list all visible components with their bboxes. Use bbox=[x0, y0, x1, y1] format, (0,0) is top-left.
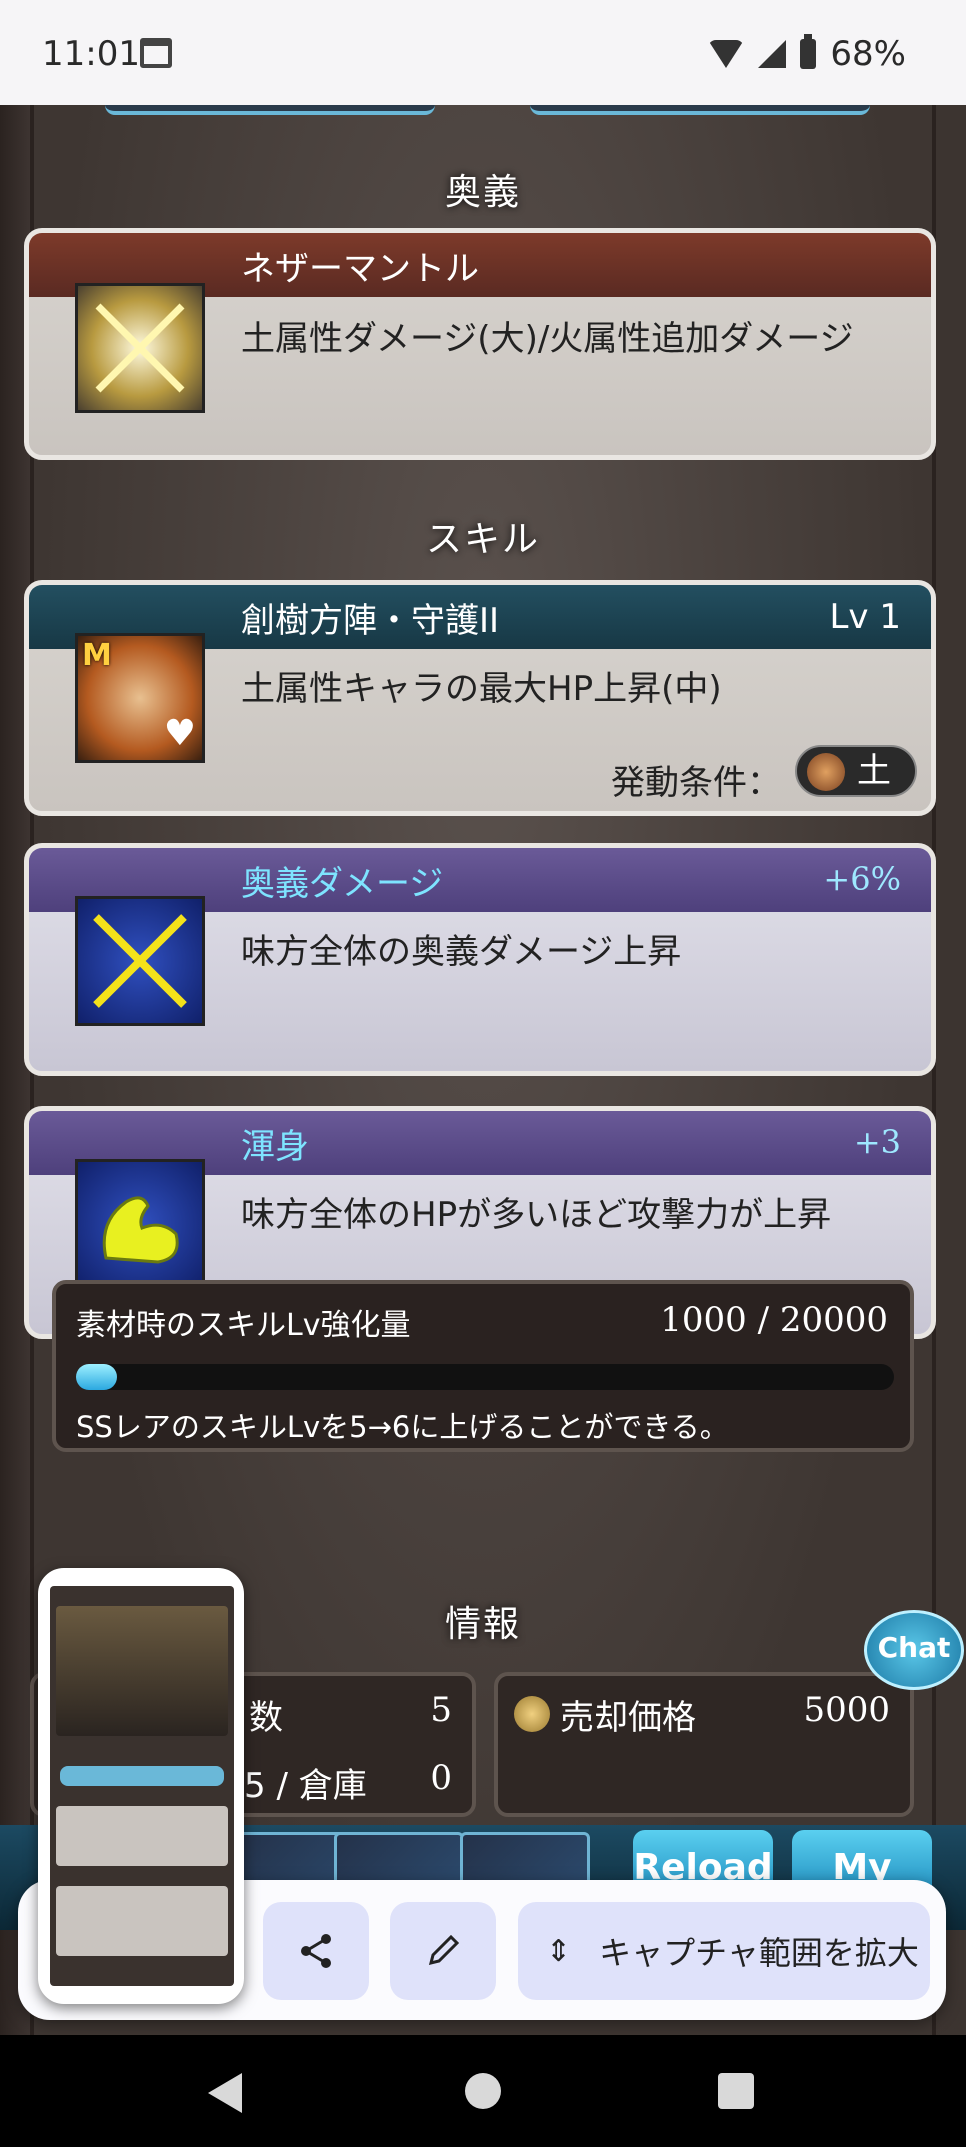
skill-1-badge: M bbox=[82, 638, 112, 673]
ougi-name: ネザーマントル bbox=[241, 249, 479, 289]
status-bar: 11:01 68% bbox=[0, 0, 966, 105]
recents-icon[interactable] bbox=[718, 2073, 754, 2109]
home-icon[interactable] bbox=[465, 2073, 501, 2109]
system-icons: 68% bbox=[708, 34, 906, 74]
info-storage-label: 5 / 倉庫 bbox=[244, 1766, 367, 1806]
coin-icon bbox=[514, 1696, 550, 1732]
share-icon bbox=[301, 1934, 331, 1968]
crossed-swords-gold-icon bbox=[75, 283, 205, 413]
skill-1-name: 創樹方陣・守護II bbox=[241, 601, 500, 641]
pencil-icon bbox=[428, 1934, 460, 1966]
info-storage-value: 0 bbox=[430, 1758, 452, 1798]
ougi-card[interactable]: ネザーマントル 土属性ダメージ(大)/火属性追加ダメージ bbox=[24, 228, 936, 460]
skill-1-level: Lv 1 bbox=[829, 597, 901, 637]
skill-exp-note: SSレアのスキルLvを5→6に上げることができる。 bbox=[76, 1410, 729, 1444]
preview-tabs bbox=[60, 1766, 224, 1786]
share-button[interactable] bbox=[263, 1902, 369, 2000]
skill-exp-panel: 素材時のスキルLv強化量 1000 / 20000 SSレアのスキルLvを5→6… bbox=[52, 1280, 914, 1452]
back-icon[interactable] bbox=[208, 2073, 242, 2113]
top-tab-left[interactable] bbox=[105, 105, 435, 115]
screenshot-preview[interactable] bbox=[38, 1568, 244, 2004]
preview-card-1 bbox=[56, 1806, 228, 1866]
earth-fortress-skill-icon: M ♥ bbox=[75, 633, 205, 763]
section-title-ougi: 奥義 bbox=[0, 163, 966, 215]
info-count-label: 数 bbox=[249, 1698, 283, 1738]
skill-3-description: 味方全体のHPが多いほど攻撃力が上昇 bbox=[241, 1195, 832, 1235]
skill-2-bonus: +6% bbox=[823, 860, 901, 898]
edit-button[interactable] bbox=[390, 1902, 496, 2000]
skill-exp-value: 1000 / 20000 bbox=[660, 1300, 888, 1340]
skill-card-1[interactable]: 創樹方陣・守護II Lv 1 土属性キャラの最大HP上昇(中) M ♥ 発動条件… bbox=[24, 580, 936, 816]
expand-arrows-icon: ⇕ bbox=[546, 1933, 572, 1969]
skill-2-name: 奥義ダメージ bbox=[241, 864, 444, 904]
top-tab-right[interactable] bbox=[530, 105, 870, 115]
skill-2-description: 味方全体の奥義ダメージ上昇 bbox=[241, 932, 682, 972]
skill-1-description: 土属性キャラの最大HP上昇(中) bbox=[241, 669, 722, 709]
preview-banner bbox=[56, 1606, 228, 1736]
expand-capture-label: キャプチャ範囲を拡大 bbox=[599, 1934, 919, 1972]
signal-icon bbox=[758, 40, 787, 68]
info-sell-label: 売却価格 bbox=[560, 1698, 696, 1738]
section-title-skill: スキル bbox=[0, 510, 966, 562]
info-count-value: 5 bbox=[430, 1690, 452, 1730]
info-sell-value: 5000 bbox=[803, 1690, 890, 1730]
preview-card-2 bbox=[56, 1886, 228, 1956]
earth-element-badge: 土 bbox=[795, 745, 917, 797]
crossed-swords-blue-icon bbox=[75, 896, 205, 1026]
battery-percent: 68% bbox=[830, 34, 906, 74]
skill-3-bonus: +3 bbox=[853, 1123, 901, 1161]
android-nav-bar bbox=[0, 2035, 966, 2147]
screenshot-preview-image bbox=[50, 1586, 234, 1986]
status-time: 11:01 bbox=[42, 34, 140, 74]
earth-element-label: 土 bbox=[857, 751, 891, 791]
ougi-description: 土属性ダメージ(大)/火属性追加ダメージ bbox=[241, 319, 854, 359]
battery-icon bbox=[800, 34, 817, 69]
skill-exp-bar bbox=[76, 1364, 894, 1390]
wifi-icon bbox=[708, 40, 745, 68]
earth-element-icon bbox=[807, 753, 845, 791]
chat-button[interactable]: Chat bbox=[864, 1610, 964, 1690]
skill-3-name: 渾身 bbox=[241, 1127, 309, 1167]
skill-card-2[interactable]: 奥義ダメージ +6% 味方全体の奥義ダメージ上昇 bbox=[24, 843, 936, 1076]
info-sell-panel: 売却価格 5000 bbox=[494, 1672, 914, 1817]
flexed-arm-icon bbox=[75, 1159, 205, 1289]
expand-capture-button[interactable]: ⇕ キャプチャ範囲を拡大 bbox=[518, 1902, 930, 2000]
skill-exp-bar-fill bbox=[76, 1364, 117, 1390]
heart-up-icon: ♥ bbox=[163, 713, 196, 754]
skill-exp-label: 素材時のスキルLv強化量 bbox=[76, 1308, 411, 1343]
skill-1-condition-label: 発動条件： bbox=[611, 763, 781, 803]
calendar-icon bbox=[140, 38, 172, 68]
